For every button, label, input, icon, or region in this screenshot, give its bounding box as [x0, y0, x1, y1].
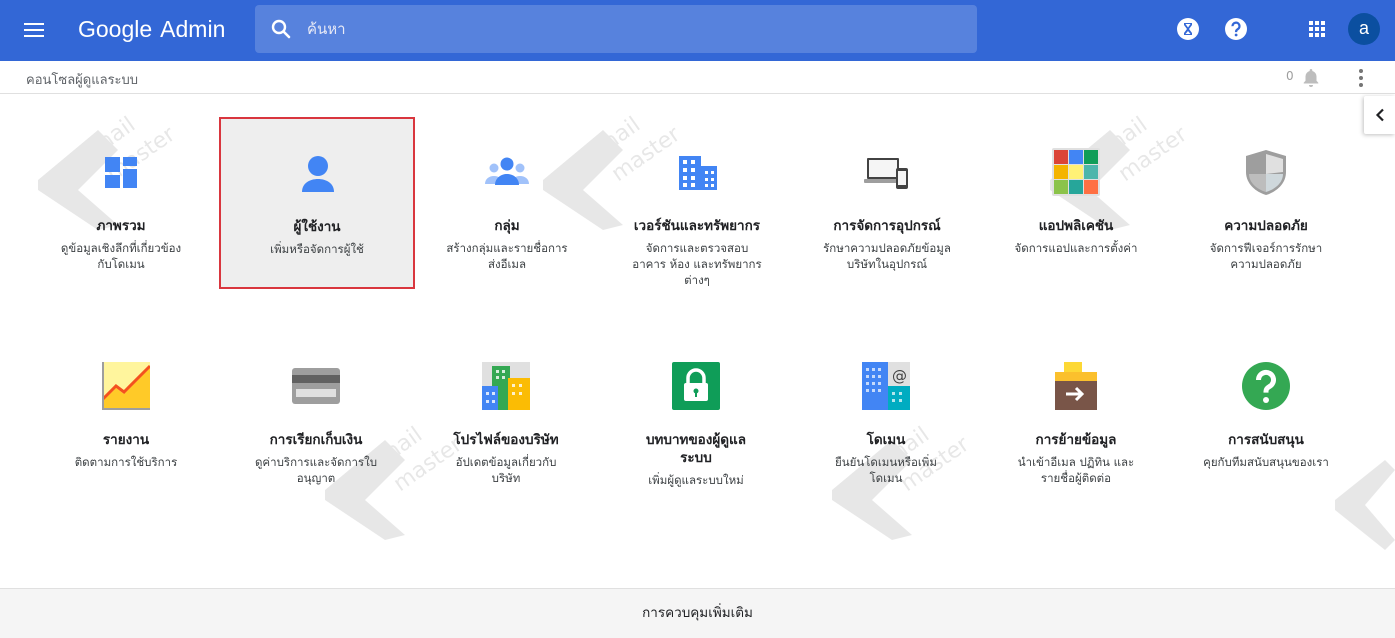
tile-title: แอปพลิเคชัน	[1038, 218, 1114, 234]
building-icon	[679, 156, 717, 190]
logo-google-text: Google	[78, 16, 153, 42]
tile-title: การจัดการอุปกรณ์	[833, 218, 941, 234]
tile-title: โดเมน	[866, 432, 906, 448]
tile-desc: ต่างๆ	[684, 273, 710, 287]
tile-desc: จัดการและตรวจสอบ	[645, 241, 749, 255]
breadcrumb[interactable]: คอนโซลผู้ดูแลระบบ	[26, 69, 138, 90]
tile-desc: บริษัท	[491, 471, 521, 485]
tile-title: โปรไฟล์ของบริษัท	[453, 432, 559, 448]
tile-title: การสนับสนุน	[1228, 432, 1304, 448]
support-question-icon	[1242, 362, 1290, 410]
tile-title: ภาพรวม	[96, 218, 146, 234]
tile-desc: ความปลอดภัย	[1230, 257, 1302, 271]
tile-admin-roles[interactable]: บทบาทของผู้ดูแลระบบ เพิ่มผู้ดูแลระบบใหม่	[599, 332, 793, 502]
tile-security[interactable]: ความปลอดภัย จัดการฟีเจอร์การรักษาความปลอ…	[1169, 118, 1363, 288]
tile-desc: โดเมน	[869, 471, 903, 485]
side-panel-toggle[interactable]	[1364, 96, 1395, 134]
tile-desc: สร้างกลุ่มและรายชื่อการ	[446, 241, 568, 255]
tile-billing[interactable]: การเรียกเก็บเงิน ดูค่าบริการและจัดการใบอ…	[219, 332, 413, 502]
tile-domains[interactable]: @ โดเมน ยืนยันโดเมนหรือเพิ่ม โดเมน	[789, 332, 983, 502]
tile-title: การย้ายข้อมูล	[1035, 432, 1117, 448]
sub-header: คอนโซลผู้ดูแลระบบ 0	[0, 61, 1395, 94]
tile-title: ความปลอดภัย	[1224, 218, 1308, 234]
tile-users[interactable]: ผู้ใช้งาน เพิ่มหรือจัดการผู้ใช้	[219, 117, 415, 289]
devices-icon	[864, 158, 908, 189]
tile-desc: รักษาความปลอดภัยข้อมูล	[823, 241, 951, 255]
company-buildings-icon	[482, 362, 530, 410]
tile-desc: จัดการฟีเจอร์การรักษา	[1209, 241, 1323, 255]
tile-desc: อาคาร ห้อง และทรัพยากร	[632, 257, 762, 271]
tile-desc: เพิ่มผู้ดูแลระบบใหม่	[648, 473, 744, 487]
tile-apps[interactable]: แอปพลิเคชัน จัดการแอปและการตั้งค่า	[979, 118, 1173, 288]
search-input[interactable]	[307, 13, 947, 45]
bell-icon[interactable]	[1300, 66, 1322, 88]
chevron-left-icon	[1375, 108, 1384, 122]
help-icon[interactable]	[1223, 16, 1249, 42]
tile-reports[interactable]: รายงาน ติดตามการใช้บริการ	[29, 332, 223, 502]
tile-company-profile[interactable]: โปรไฟล์ของบริษัท อัปเดตข้อมูลเกี่ยวกับบร…	[409, 332, 603, 502]
user-icon	[302, 156, 334, 192]
reports-chart-icon	[102, 362, 150, 410]
tile-title: กลุ่ม	[494, 218, 520, 234]
avatar[interactable]: a	[1348, 13, 1380, 45]
tile-support[interactable]: การสนับสนุน คุยกับทีมสนับสนุนของเรา	[1169, 332, 1363, 502]
apps-grid-icon[interactable]	[1304, 16, 1330, 42]
credit-card-icon	[292, 368, 340, 404]
hourglass-icon[interactable]	[1175, 16, 1201, 42]
tile-desc: ดูข้อมูลเชิงลึกที่เกี่ยวข้อง	[60, 241, 182, 255]
shield-icon	[1246, 150, 1286, 195]
notification-count: 0	[1286, 69, 1294, 83]
tile-dashboard[interactable]: ภาพรวม ดูข้อมูลเชิงลึกที่เกี่ยวข้องกับโด…	[24, 118, 218, 288]
search-bar[interactable]	[255, 5, 977, 53]
groups-icon	[485, 157, 529, 185]
tile-desc: อัปเดตข้อมูลเกี่ยวกับ	[455, 455, 557, 469]
tile-desc: ยืนยันโดเมนหรือเพิ่ม	[835, 455, 937, 469]
more-controls-bar[interactable]: การควบคุมเพิ่มเติม	[0, 588, 1395, 638]
apps-icon	[1052, 148, 1100, 196]
app-bar: Google Admin a	[0, 0, 1395, 61]
menu-icon[interactable]	[18, 14, 50, 46]
tile-desc: ติดตามการใช้บริการ	[74, 455, 178, 469]
lock-icon	[672, 362, 720, 410]
tile-desc: คุยกับทีมสนับสนุนของเรา	[1203, 455, 1329, 469]
google-admin-logo[interactable]: Google Admin	[78, 14, 225, 44]
tile-desc: บริษัทในอุปกรณ์	[846, 257, 928, 271]
migration-box-icon	[1055, 362, 1097, 410]
more-vert-icon[interactable]	[1351, 67, 1371, 89]
tile-title: ผู้ใช้งาน	[293, 219, 341, 235]
domain-buildings-icon: @	[862, 362, 910, 410]
tile-data-migration[interactable]: การย้ายข้อมูล นำเข้าอีเมล ปฏิทิน และรายช…	[979, 332, 1173, 502]
tile-desc: ส่งอีเมล	[487, 257, 527, 271]
tile-title-line: บทบาทของผู้ดูแล	[645, 432, 747, 448]
tile-desc: จัดการแอปและการตั้งค่า	[1014, 241, 1138, 255]
tile-desc: อนุญาต	[296, 471, 336, 485]
tile-desc: นำเข้าอีเมล ปฏิทิน และ	[1017, 455, 1135, 469]
tile-desc: เพิ่มหรือจัดการผู้ใช้	[270, 242, 364, 256]
search-icon[interactable]	[269, 17, 293, 41]
tile-title: รายงาน	[102, 432, 150, 448]
tile-title: เวอร์ชันและทรัพยากร	[633, 218, 761, 234]
tile-desc: ดูค่าบริการและจัดการใบ	[254, 455, 378, 469]
svg-text:@: @	[892, 367, 907, 385]
tile-title: บทบาทของผู้ดูแลระบบ	[603, 431, 789, 467]
tile-devices[interactable]: การจัดการอุปกรณ์ รักษาความปลอดภัยข้อมูลบ…	[790, 118, 984, 288]
logo-admin-text: Admin	[160, 16, 226, 42]
tile-desc: กับโดเมน	[97, 257, 145, 271]
tile-desc: รายชื่อผู้ติดต่อ	[1040, 471, 1112, 485]
tile-groups[interactable]: กลุ่ม สร้างกลุ่มและรายชื่อการส่งอีเมล	[410, 118, 604, 288]
tile-buildings-resources[interactable]: เวอร์ชันและทรัพยากร จัดการและตรวจสอบอาคา…	[600, 118, 794, 288]
more-controls-label: การควบคุมเพิ่มเติม	[642, 605, 753, 621]
tile-title: การเรียกเก็บเงิน	[269, 432, 363, 448]
dashboard-icon	[105, 157, 137, 188]
tile-title-line: ระบบ	[680, 450, 712, 466]
